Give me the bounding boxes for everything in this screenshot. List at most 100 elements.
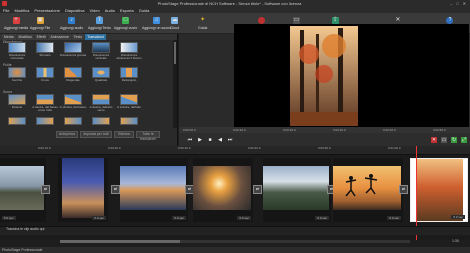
crop-icon[interactable]: ▭ bbox=[441, 136, 447, 143]
transition-tile[interactable] bbox=[36, 94, 54, 105]
tile-label: Diagonale bbox=[66, 78, 80, 82]
transition-tile[interactable] bbox=[36, 117, 54, 125]
transport-controls: ⏮ ▶ ■ ◀ ⏭ ✕ ▭ ↻ ⤢ bbox=[179, 133, 470, 146]
ruler-tick: 0:00:50.0 bbox=[318, 146, 331, 150]
clip-thumbnail bbox=[333, 166, 401, 210]
timeline-clip[interactable]: 5.0 sec bbox=[333, 158, 403, 222]
help-icon: ? bbox=[446, 17, 454, 24]
stop-icon[interactable]: ■ bbox=[207, 137, 213, 143]
tile-label: A destra, dall'alto verso bbox=[89, 105, 113, 113]
tab-transitions[interactable]: Transizioni bbox=[85, 34, 106, 40]
tile-label: Dissolvenza grossa bbox=[59, 53, 86, 57]
menu-slide[interactable]: Diapositiva bbox=[65, 8, 85, 13]
menu-video[interactable]: Video bbox=[90, 8, 100, 13]
menu-help[interactable]: Guida bbox=[139, 8, 150, 13]
delete-button[interactable]: Elimina bbox=[114, 131, 134, 138]
transition-tile[interactable] bbox=[92, 67, 110, 78]
timeline-clip[interactable]: 5.0 sec bbox=[120, 158, 188, 222]
transition-tile[interactable] bbox=[8, 94, 26, 105]
transition-tile[interactable] bbox=[64, 117, 82, 125]
add-empty-button[interactable]: □ Aggiungi vuoto bbox=[114, 13, 137, 34]
add-text-button[interactable]: T Aggiungi Testo bbox=[88, 13, 111, 34]
tile-label: Quadrato bbox=[94, 78, 108, 82]
transition-tile[interactable] bbox=[120, 94, 138, 105]
menu-audio[interactable]: Audio bbox=[105, 8, 115, 13]
fullscreen-icon[interactable]: ⤢ bbox=[461, 136, 467, 143]
all-transitions-button[interactable]: Tutte le transizioni bbox=[136, 131, 160, 141]
add-media-button[interactable]: + Aggiungi media bbox=[4, 13, 28, 34]
add-sound-button[interactable]: ♫ Aggiungi un suono bbox=[142, 13, 171, 34]
timeline-clip-selected[interactable]: 5.0 sec bbox=[410, 158, 468, 222]
time-label: 0:00:40.0 bbox=[383, 128, 396, 132]
transition-tile[interactable] bbox=[8, 42, 26, 53]
tile-label: Dissolvenza incrociata bbox=[8, 53, 26, 61]
status-bar: PhotoStage Professionale bbox=[0, 247, 470, 253]
transition-tile[interactable] bbox=[120, 67, 138, 78]
menu-edit[interactable]: Modifica bbox=[14, 8, 29, 13]
transition-tile[interactable] bbox=[8, 117, 26, 125]
jumping-people bbox=[345, 174, 378, 197]
timeline-clip[interactable]: 5.0 sec bbox=[58, 158, 108, 222]
transition-marker[interactable]: ⇄ bbox=[399, 185, 408, 194]
tile-label: Dissolvenza attraverso il bianco bbox=[116, 53, 142, 61]
ruler-tick: 0:01:00.0 bbox=[388, 146, 401, 150]
panel-scrollbar-thumb[interactable] bbox=[174, 42, 176, 64]
transition-tile[interactable] bbox=[92, 117, 110, 125]
cloud-button[interactable]: ☁ Cloud bbox=[170, 13, 179, 34]
apply-all-button[interactable]: Imposta per tutti bbox=[80, 131, 112, 138]
clip-duration: 5.0 sec bbox=[172, 216, 186, 220]
maximize-button[interactable]: □ bbox=[456, 1, 458, 6]
add-empty-icon: □ bbox=[122, 17, 130, 24]
menu-presentation[interactable]: Presentazione bbox=[34, 8, 60, 13]
add-audio-button[interactable]: ♪ Aggiungi audio bbox=[60, 13, 83, 34]
transition-tile[interactable] bbox=[36, 67, 54, 78]
transition-tile[interactable] bbox=[8, 67, 26, 78]
tab-effects[interactable]: Effetti bbox=[34, 34, 48, 40]
play-icon[interactable]: ▶ bbox=[197, 137, 203, 143]
transition-tile[interactable] bbox=[64, 67, 82, 78]
audio-track[interactable] bbox=[0, 226, 470, 235]
transition-tile[interactable] bbox=[36, 42, 54, 53]
go-start-icon[interactable]: ⏮ bbox=[187, 137, 193, 143]
tab-animation[interactable]: Animazione bbox=[48, 34, 71, 40]
close-button[interactable]: ✕ bbox=[463, 1, 466, 6]
timeline-clip[interactable]: 5.0 sec bbox=[0, 158, 46, 222]
transition-tile[interactable] bbox=[64, 94, 82, 105]
clip-duration: 5.0 sec bbox=[2, 216, 16, 220]
transition-tile[interactable] bbox=[120, 117, 138, 125]
clip-duration: 5.0 sec bbox=[387, 216, 401, 220]
menu-export[interactable]: Esporta bbox=[120, 8, 134, 13]
tile-label: Dissolvenza verticale bbox=[92, 53, 110, 61]
preview-button[interactable]: Anteprima bbox=[56, 131, 78, 138]
transition-marker[interactable]: ⇄ bbox=[41, 185, 50, 194]
rotate-icon[interactable]: ↻ bbox=[451, 136, 457, 143]
timeline-clip[interactable]: 5.0 sec bbox=[263, 158, 331, 222]
transition-tile[interactable] bbox=[92, 94, 110, 105]
step-back-icon[interactable]: ◀ bbox=[217, 137, 223, 143]
transition-tile[interactable] bbox=[120, 42, 138, 53]
title-bar: PhotoStage Professionale di NCH Software… bbox=[0, 0, 470, 7]
transition-marker[interactable]: ⇄ bbox=[111, 185, 120, 194]
add-file-button[interactable]: ▣ Aggiungi File bbox=[30, 13, 50, 34]
clip-duration: 5.0 sec bbox=[315, 216, 329, 220]
timeline-scrollbar-thumb[interactable] bbox=[60, 240, 180, 243]
wrench-icon: ✕ bbox=[395, 17, 401, 23]
share-icon: ⇪ bbox=[331, 17, 339, 24]
guide-button[interactable]: ✦ Guida bbox=[198, 13, 207, 34]
go-end-icon[interactable]: ⏭ bbox=[227, 137, 233, 143]
transition-marker[interactable]: ⇄ bbox=[253, 185, 262, 194]
tab-text[interactable]: Testo bbox=[71, 34, 85, 40]
clip-thumbnail bbox=[120, 166, 186, 210]
transition-tile[interactable] bbox=[64, 42, 82, 53]
timeline-clip[interactable]: 5.0 sec bbox=[193, 158, 253, 222]
tile-label: Croce bbox=[40, 78, 49, 82]
minimize-button[interactable]: – bbox=[450, 1, 452, 6]
transition-tile[interactable] bbox=[92, 42, 110, 53]
clip-thumbnail bbox=[193, 166, 251, 210]
clip-duration: 5.0 sec bbox=[451, 215, 465, 219]
menu-file[interactable]: File bbox=[3, 8, 9, 13]
time-label: 0:00:10.0 bbox=[233, 128, 246, 132]
time-label: 0:00:30.0 bbox=[333, 128, 346, 132]
delete-slide-icon[interactable]: ✕ bbox=[431, 136, 437, 143]
ruler-tick: 0:00:40.0 bbox=[248, 146, 261, 150]
